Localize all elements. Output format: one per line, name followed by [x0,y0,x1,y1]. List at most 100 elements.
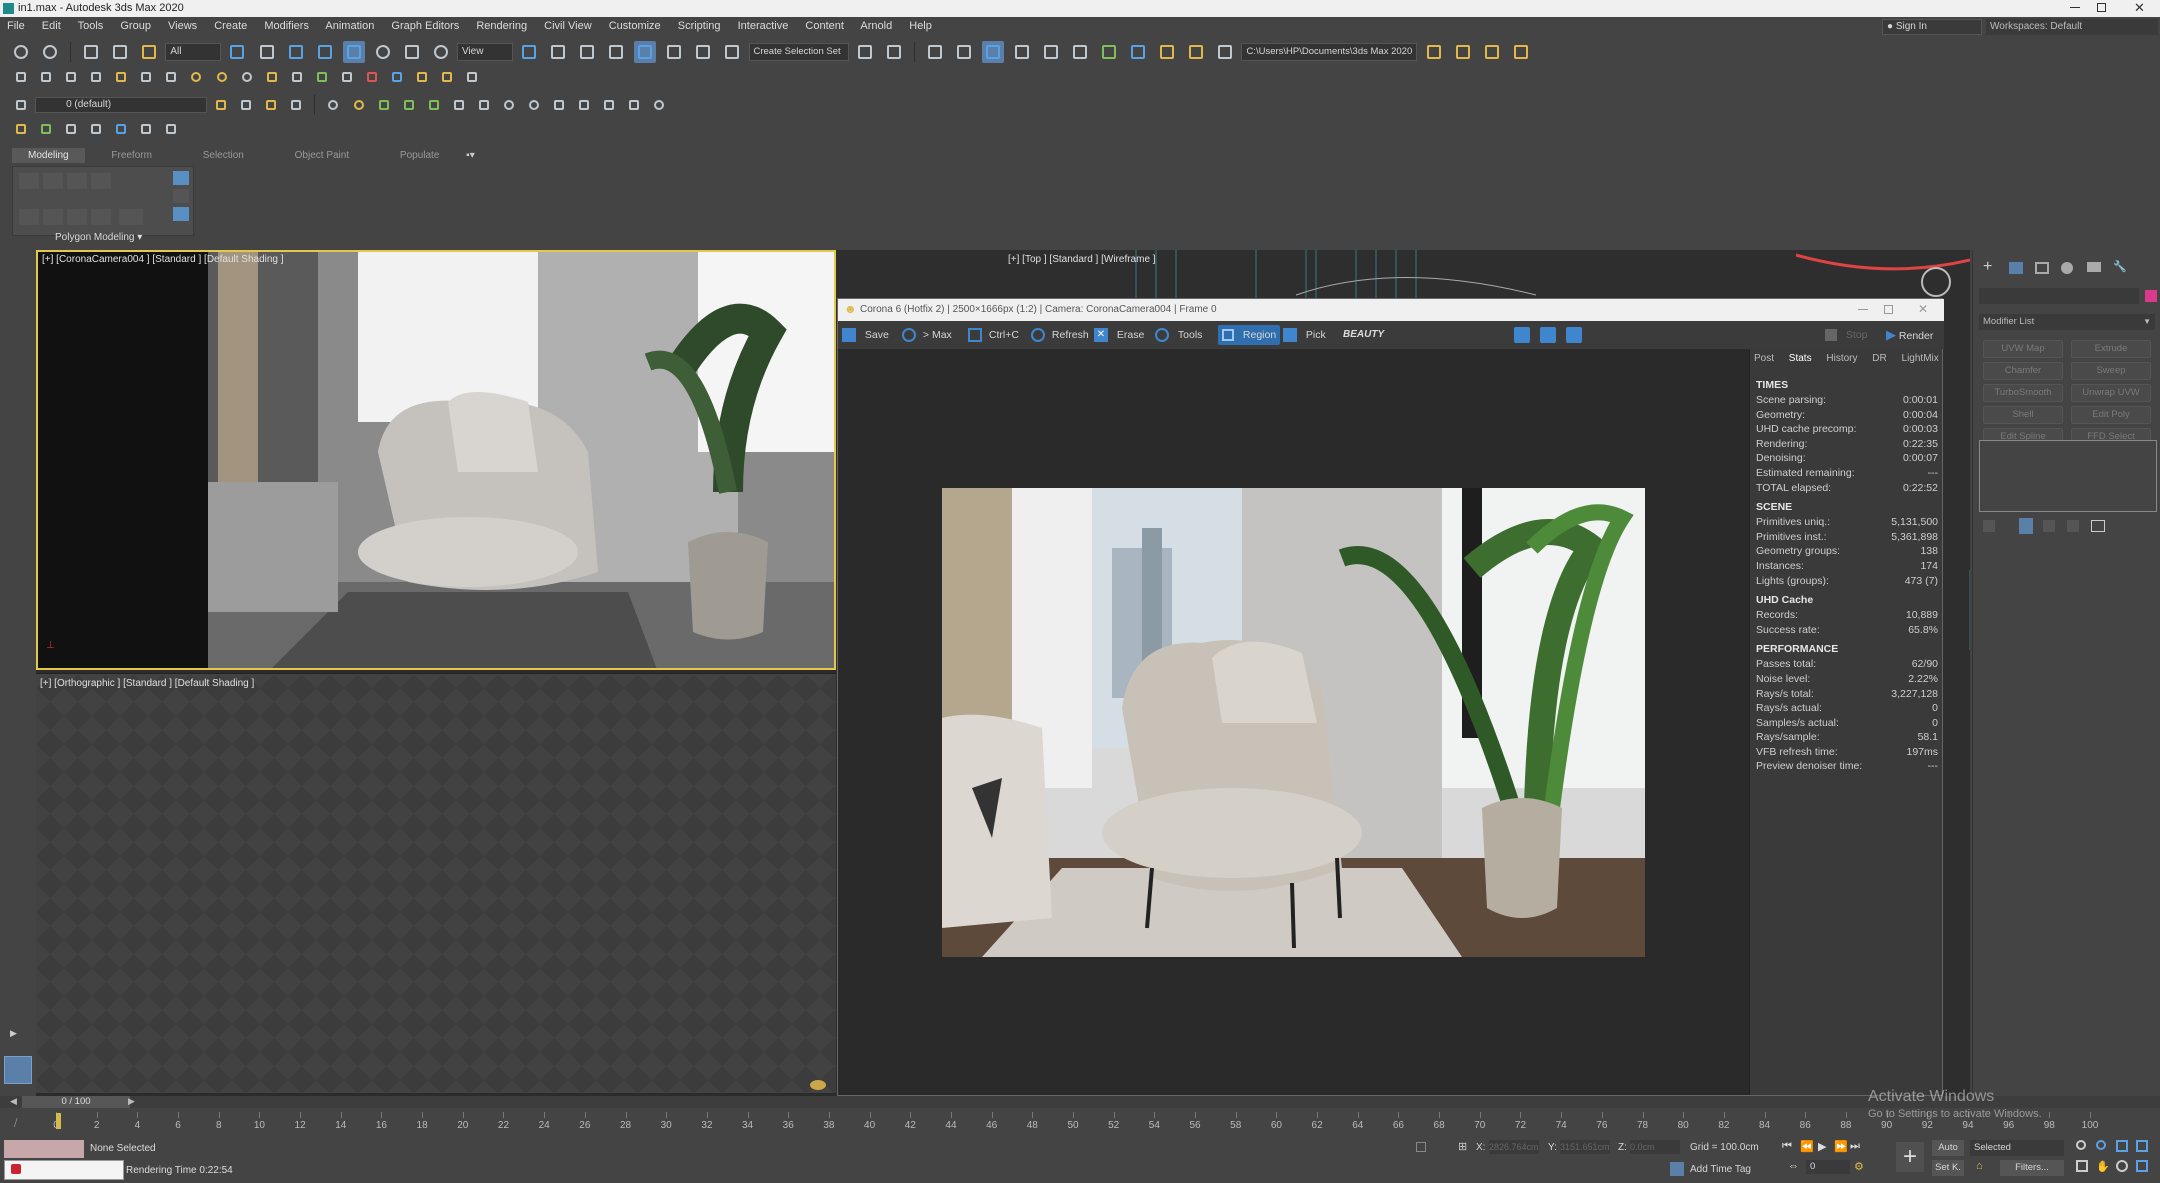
hierarchy-tab-icon[interactable] [2035,262,2049,274]
vfb-copy-button[interactable]: Ctrl+C [968,321,1019,349]
tab-freeform[interactable]: Freeform [87,148,176,163]
menu-edit[interactable]: Edit [42,20,61,32]
corona-sun-tool-icon[interactable] [350,96,368,114]
modifier-list-dropdown[interactable]: Modifier List ▼ [1979,314,2155,330]
y-field[interactable]: 3151.651cm [1560,1140,1610,1154]
select-move-icon[interactable] [342,41,365,64]
selection-filter-dropdown[interactable]: All [165,43,222,62]
corona-tool-2-icon[interactable] [37,68,55,86]
tab-lightmix[interactable]: LightMix [1902,353,1939,364]
modifier-button[interactable]: Edit Poly [2071,406,2151,424]
absolute-mode-icon[interactable]: ⊞ [1458,1140,1467,1153]
ribbon-edit-icon[interactable] [173,207,189,221]
viewport-orthographic[interactable]: [+] [Orthographic ] [Standard ] [Default… [36,673,836,1093]
close-icon[interactable]: ✕ [2134,0,2145,16]
zoom-out-icon[interactable] [1540,327,1556,343]
schematic-view-icon[interactable] [1040,41,1062,63]
modifier-button[interactable]: Extrude [2071,340,2151,358]
expand-arrow-icon[interactable]: ▶ [10,1028,17,1039]
time-slider-thumb[interactable]: 0 / 100 [22,1096,130,1108]
render-production-icon[interactable] [1156,41,1178,63]
set-current-layer-icon[interactable] [287,96,305,114]
ortho-viewport-label[interactable]: [+] [Orthographic ] [Standard ] [Default… [40,678,254,689]
pivot-center-icon[interactable] [518,41,540,63]
ribbon-btn-icon[interactable] [119,209,143,225]
select-manipulate-icon[interactable] [547,41,569,63]
tool-a-icon[interactable] [62,120,80,138]
maximize-icon[interactable] [2097,3,2106,12]
viewport-layout-icon[interactable] [4,1056,32,1084]
menu-customize[interactable]: Customize [609,20,661,32]
window-crossing-icon[interactable] [314,41,336,63]
corona-scatter-icon[interactable] [313,68,331,86]
menu-scripting[interactable]: Scripting [678,20,721,32]
zoom-all-icon[interactable] [2096,1140,2106,1150]
menu-tools[interactable]: Tools [78,20,104,32]
previous-frame-icon[interactable]: ⏪ [1800,1140,1814,1153]
corona-tool-5-icon[interactable] [112,68,130,86]
time-slider[interactable]: ◀ 0 / 100 ▶ [0,1096,2160,1108]
vfb-render-button[interactable]: ▶ Render [1886,321,1933,350]
zoom-fit-icon[interactable] [1566,327,1582,343]
modifier-button[interactable]: TurboSmooth [1983,384,2063,402]
vfb-refresh-button[interactable]: Refresh [1031,321,1089,349]
corona-teapot-icon[interactable] [625,96,643,114]
ribbon-edit-icon[interactable] [173,171,189,185]
go-to-end-icon[interactable]: ⏭ [1850,1140,1860,1153]
add-key-icon[interactable]: + [1896,1142,1924,1172]
menu-civil-view[interactable]: Civil View [544,20,591,32]
tab-history[interactable]: History [1826,353,1857,364]
orbit-icon[interactable] [2116,1160,2128,1172]
corona-decal-icon[interactable] [338,68,356,86]
corona-region-icon[interactable] [550,96,568,114]
corona-pattern-icon[interactable] [388,68,406,86]
corona-fur-icon[interactable] [438,68,456,86]
maximize-viewport-icon[interactable] [2136,1160,2148,1172]
camera-viewport-label[interactable]: [+] [CoronaCamera004 ] [Standard ] [Defa… [42,254,284,265]
tab-post[interactable]: Post [1754,353,1774,364]
zoom-in-icon[interactable] [1514,327,1530,343]
rendered-frame-window-icon[interactable] [1127,41,1149,63]
render-cloud-icon[interactable] [1214,41,1236,63]
object-name-field[interactable] [1979,288,2139,304]
zoom-extents-all-icon[interactable] [2136,1140,2148,1152]
menu-rendering[interactable]: Rendering [476,20,527,32]
ribbon-btn-icon[interactable] [43,209,63,225]
menu-content[interactable]: Content [805,20,844,32]
tool-d-icon[interactable] [137,120,155,138]
tab-object-paint[interactable]: Object Paint [271,148,373,163]
corona-sun-icon[interactable] [213,68,231,86]
layer-dropdown[interactable]: 0 (default) [35,97,208,114]
corona-render-icon[interactable] [324,96,342,114]
tool-c-icon[interactable] [112,120,130,138]
select-by-name-icon[interactable] [256,41,278,63]
corona-lamp-icon[interactable] [475,96,493,114]
tool-b-icon[interactable] [87,120,105,138]
corona-plant-icon[interactable] [375,96,393,114]
key-filters-button[interactable]: Filters... [2000,1160,2064,1176]
link-icon[interactable] [80,41,102,63]
modifier-button[interactable]: Sweep [2071,362,2151,380]
configure-sets-icon[interactable] [2091,520,2105,532]
add-time-tag[interactable]: Add Time Tag [1690,1164,1751,1175]
mirror-icon[interactable] [854,41,876,63]
modifier-stack[interactable] [1979,440,2157,512]
corona-tree-icon[interactable] [425,96,443,114]
selection-set-dropdown[interactable]: Create Selection Set [748,43,849,62]
view-cube-icon[interactable] [810,1080,826,1090]
corona-converter-icon[interactable] [463,68,481,86]
key-filter-dropdown[interactable]: Selected [1970,1140,2064,1156]
ref-coord-dropdown[interactable]: View [456,43,513,62]
vfb-erase-button[interactable]: ✕ Erase [1094,321,1144,349]
track-bar-icon[interactable]: ⧸ [14,1118,17,1129]
percent-snap-icon[interactable] [663,41,685,63]
top-viewport-label[interactable]: [+] [Top ] [Standard ] [Wireframe ] [1008,254,1156,265]
edit-named-selection-icon[interactable] [721,41,743,63]
zoom-icon[interactable] [2076,1140,2086,1150]
select-in-layer-icon[interactable] [262,96,280,114]
menu-interactive[interactable]: Interactive [738,20,789,32]
layers-icon[interactable] [12,96,30,114]
remove-modifier-icon[interactable] [2067,520,2079,532]
project-new-icon[interactable] [1481,41,1503,63]
ribbon-btn-icon[interactable] [91,173,111,189]
